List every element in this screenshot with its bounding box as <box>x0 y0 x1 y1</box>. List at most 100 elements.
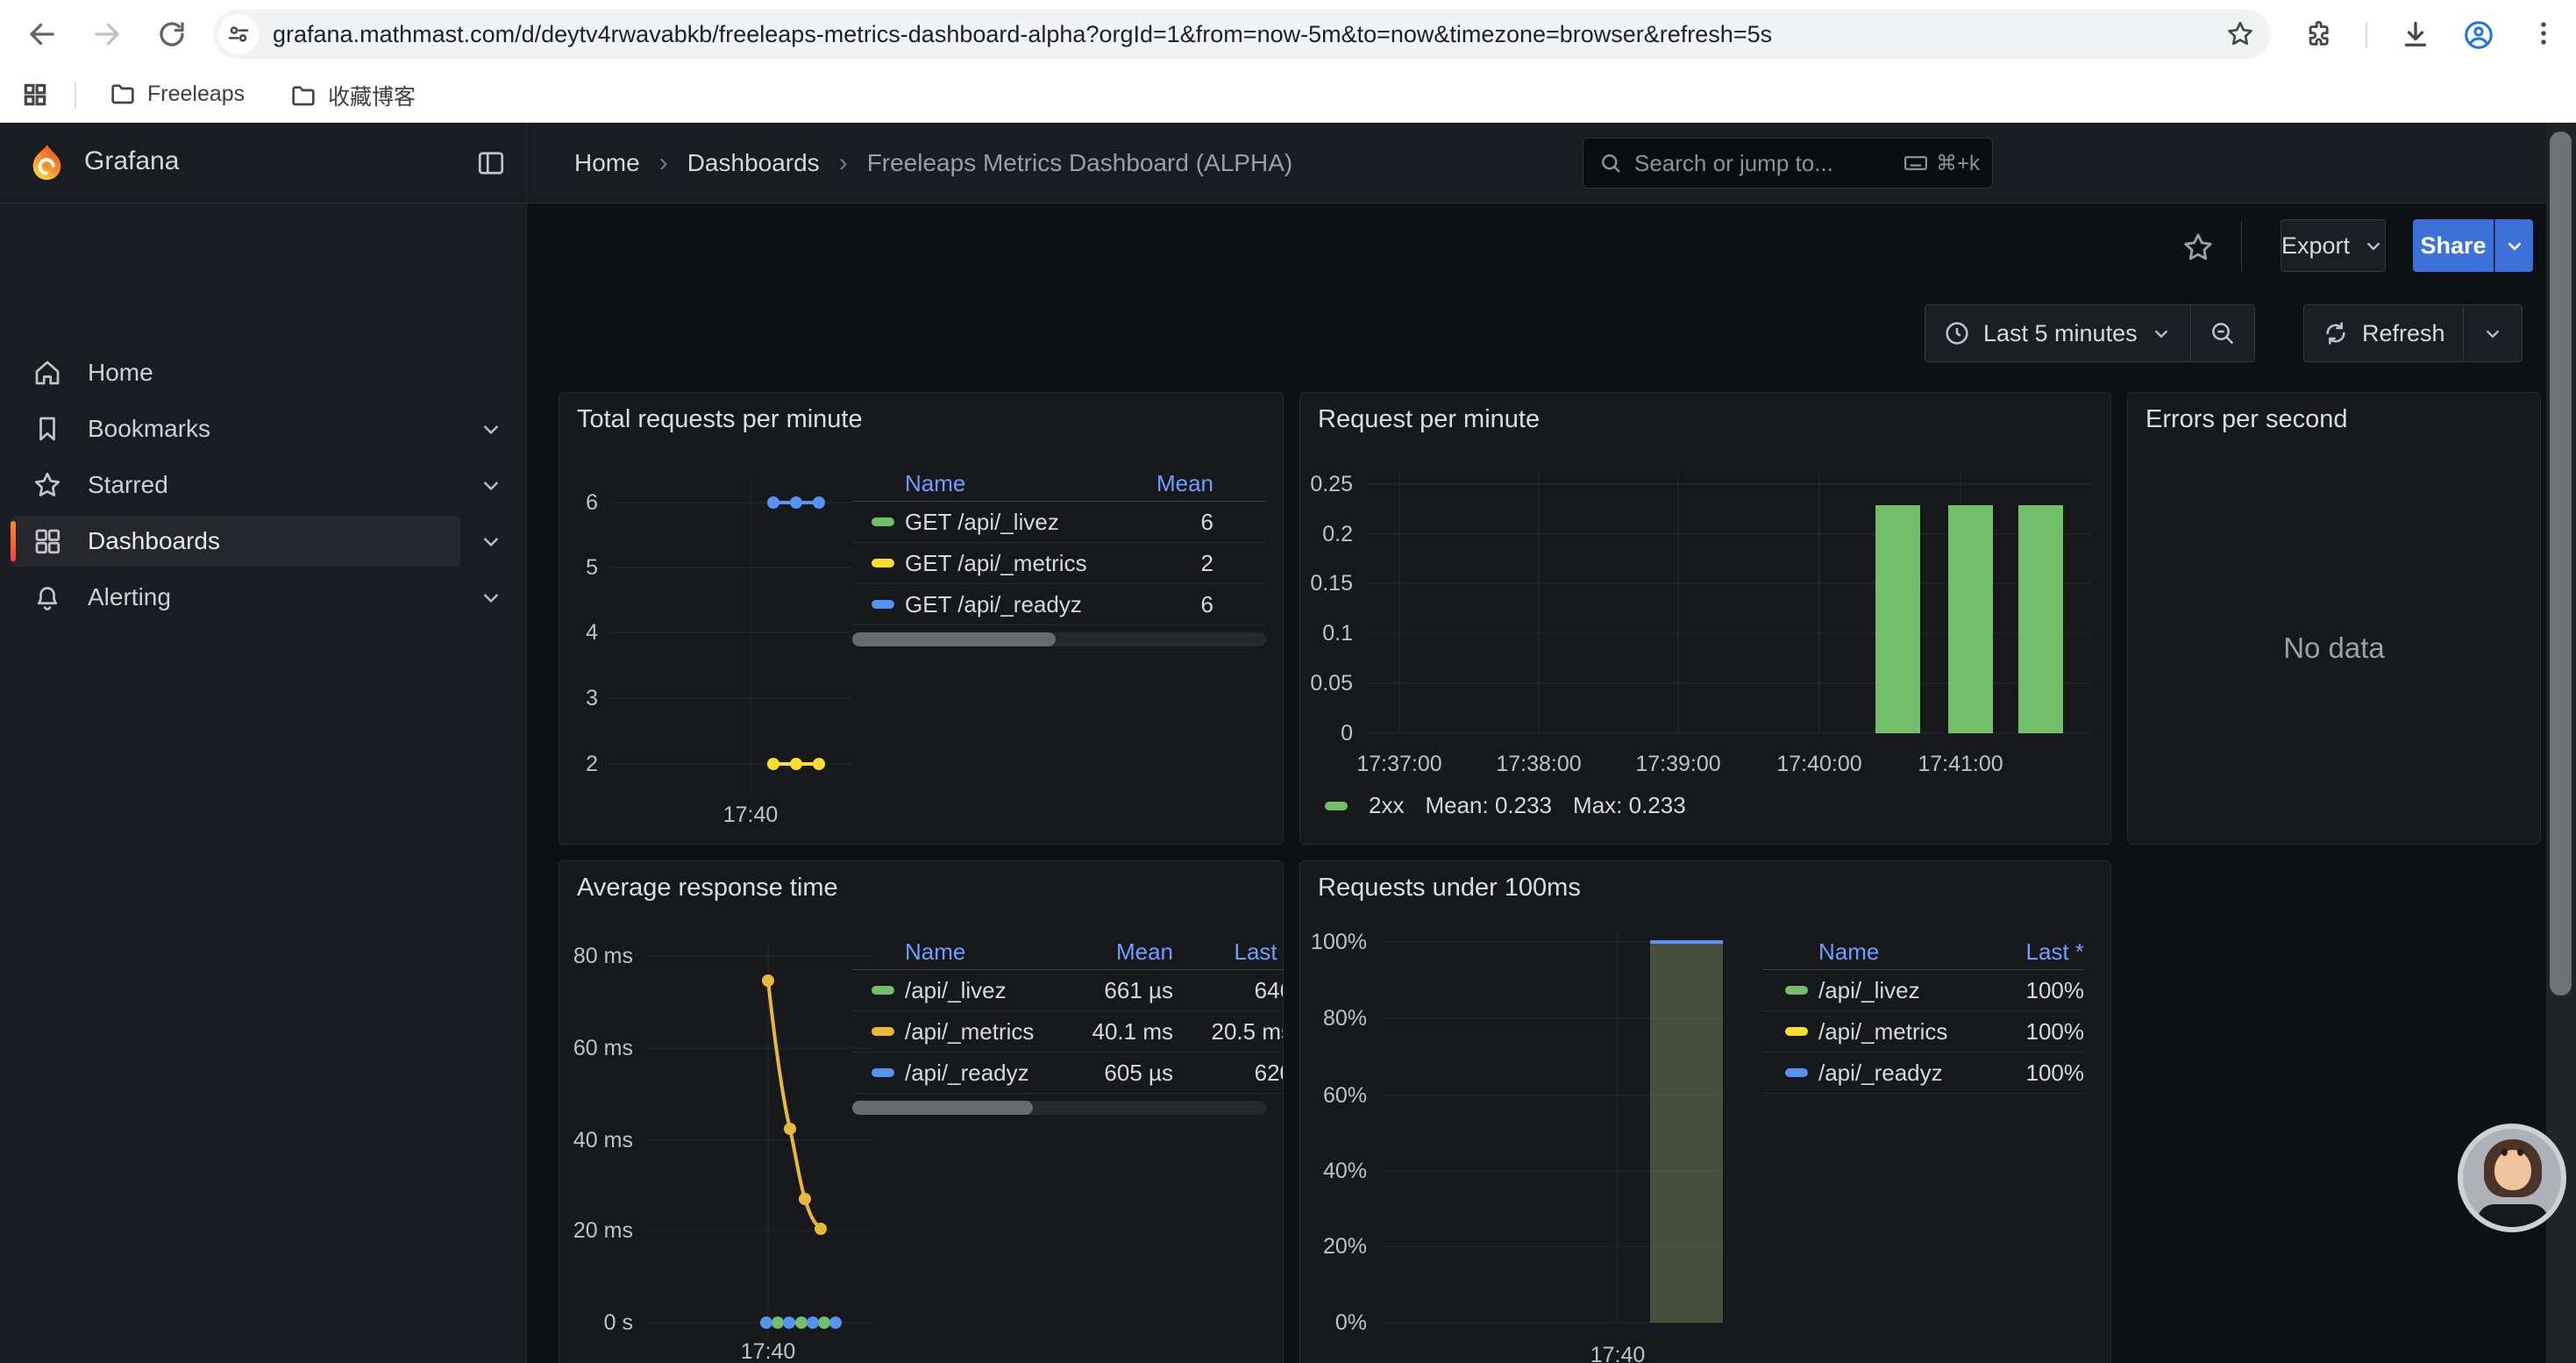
time-range-picker[interactable]: Last 5 minutes <box>1925 305 2190 361</box>
legend-row[interactable]: /api/_metrics 40.1 ms 20.5 ms <box>852 1011 1284 1053</box>
grafana-app: Grafana Home Bookmarks Starred <box>0 123 2576 1363</box>
browser-profile-icon[interactable] <box>2462 18 2495 52</box>
series-mean: 2 <box>1152 550 1266 577</box>
export-button[interactable]: Export <box>2281 219 2386 272</box>
sidebar-collapse-icon[interactable] <box>475 147 507 179</box>
legend-row[interactable]: GET /api/_metrics 2 <box>852 543 1266 584</box>
extensions-icon[interactable] <box>2304 19 2334 49</box>
legend-row[interactable]: GET /api/_livez 6 <box>852 502 1266 543</box>
search-input[interactable] <box>1634 150 1903 177</box>
sidebar-item-home[interactable]: Home <box>11 347 460 398</box>
legend-col-mean[interactable]: Mean <box>1152 470 1266 497</box>
breadcrumb-separator: › <box>659 148 668 178</box>
apps-grid-icon[interactable] <box>21 81 49 109</box>
legend-row[interactable]: /api/_livez 661 µs 646 <box>852 970 1284 1011</box>
site-settings-icon[interactable] <box>218 14 259 54</box>
legend-row[interactable]: /api/_metrics 100% <box>1763 1011 2084 1053</box>
sidebar-item-starred[interactable]: Starred <box>11 460 460 510</box>
share-button[interactable]: Share <box>2413 219 2494 272</box>
y-tick: 5 <box>559 554 598 581</box>
panel-title[interactable]: Request per minute <box>1318 405 1540 434</box>
search-input-wrapper[interactable]: ⌘+k <box>1583 138 1993 189</box>
panel-errors-per-second: Errors per second No data <box>2127 392 2541 845</box>
series-name[interactable]: GET /api/_metrics <box>905 550 1152 577</box>
sidebar-item-bookmarks[interactable]: Bookmarks <box>11 403 460 454</box>
share-menu-button[interactable] <box>2494 219 2533 272</box>
url-text[interactable]: grafana.mathmast.com/d/deytv4rwavabkb/fr… <box>273 21 2225 48</box>
x-tick: 17:40 <box>707 802 794 828</box>
browser-menu-icon[interactable] <box>2529 18 2558 48</box>
chevron-down-icon <box>2150 322 2173 345</box>
panel-title[interactable]: Requests under 100ms <box>1318 874 1581 903</box>
favorite-dashboard-star-icon[interactable] <box>2181 230 2216 265</box>
bookmarks-bar: Freeleaps 收藏博客 <box>0 68 2576 123</box>
breadcrumb-dashboards[interactable]: Dashboards <box>687 149 820 177</box>
chevron-down-icon[interactable] <box>478 416 504 442</box>
legend-header-row: Name Last * <box>1763 935 2084 970</box>
legend-col-last[interactable]: Last * <box>1173 938 1284 966</box>
breadcrumb-separator: › <box>839 148 848 178</box>
series-name[interactable]: /api/_livez <box>1818 977 1979 1004</box>
area-chart[interactable] <box>1381 931 1723 1331</box>
panel-title[interactable]: Average response time <box>577 874 838 903</box>
series-swatch <box>1325 802 1348 810</box>
legend-col-name[interactable]: Name <box>905 470 1152 497</box>
legend-row[interactable]: /api/_readyz 100% <box>1763 1053 2084 1094</box>
sidebar-item-alerting[interactable]: Alerting <box>11 572 460 623</box>
breadcrumb-home[interactable]: Home <box>574 149 640 177</box>
panel-title[interactable]: Errors per second <box>2145 405 2348 434</box>
series-name[interactable]: /api/_metrics <box>1818 1018 1979 1045</box>
legend-header-row: Name Mean Last * <box>852 935 1284 970</box>
browser-forward-icon[interactable] <box>91 18 123 50</box>
series-swatch <box>872 1068 894 1077</box>
grafana-logo-icon[interactable] <box>26 143 67 188</box>
legend-scrollbar[interactable] <box>852 1101 1266 1115</box>
x-tick: 17:38:00 <box>1469 751 1609 777</box>
legend-row[interactable]: /api/_livez 100% <box>1763 970 2084 1011</box>
legend-row[interactable]: /api/_readyz 605 µs 620 <box>852 1053 1284 1094</box>
line-chart[interactable] <box>610 477 852 793</box>
bar-chart[interactable] <box>1367 472 2092 742</box>
series-last: 100% <box>1979 1060 2084 1087</box>
apps-icon <box>32 525 63 557</box>
legend-col-mean[interactable]: Mean <box>1068 938 1173 966</box>
x-tick: 17:37:00 <box>1329 751 1469 777</box>
series-name[interactable]: /api/_readyz <box>1818 1060 1979 1087</box>
legend-row[interactable]: GET /api/_readyz 6 <box>852 584 1266 625</box>
refresh-button[interactable]: Refresh <box>2304 305 2463 361</box>
page-scrollbar-thumb[interactable] <box>2550 132 2572 995</box>
legend-col-last[interactable]: Last * <box>1979 938 2084 966</box>
series-name[interactable]: /api/_readyz <box>905 1060 1068 1087</box>
series-name[interactable]: /api/_metrics <box>905 1018 1068 1045</box>
downloads-icon[interactable] <box>2400 19 2431 51</box>
refresh-interval-dropdown[interactable] <box>2463 305 2522 361</box>
series-swatch <box>872 559 894 567</box>
panel-title[interactable]: Total requests per minute <box>577 405 863 434</box>
series-name[interactable]: GET /api/_livez <box>905 509 1152 536</box>
series-name[interactable]: 2xx <box>1369 792 1404 819</box>
url-bar[interactable]: grafana.mathmast.com/d/deytv4rwavabkb/fr… <box>213 10 2271 59</box>
series-name[interactable]: GET /api/_readyz <box>905 591 1152 618</box>
bookmark-star-icon[interactable] <box>2225 19 2255 49</box>
series-mean: 40.1 ms <box>1068 1018 1173 1045</box>
sidebar-item-dashboards[interactable]: Dashboards <box>11 516 460 567</box>
floating-assistant-avatar[interactable] <box>2458 1124 2566 1232</box>
browser-reload-icon[interactable] <box>156 18 188 50</box>
swatch-spacer <box>872 480 894 489</box>
series-swatch <box>872 986 894 995</box>
y-tick: 0.25 <box>1300 471 1353 497</box>
series-name[interactable]: /api/_livez <box>905 977 1068 1004</box>
series-last: 20.5 ms <box>1173 1018 1284 1045</box>
line-chart[interactable] <box>647 946 875 1349</box>
bookmark-folder-blogs[interactable]: 收藏博客 <box>289 80 416 111</box>
y-tick: 60% <box>1300 1082 1367 1109</box>
bookmark-folder-freeleaps[interactable]: Freeleaps <box>109 80 245 108</box>
chevron-down-icon[interactable] <box>478 584 504 610</box>
legend-col-name[interactable]: Name <box>905 938 1068 966</box>
legend-scrollbar[interactable] <box>852 632 1266 646</box>
legend-col-name[interactable]: Name <box>1818 938 1979 966</box>
chevron-down-icon[interactable] <box>478 528 504 554</box>
browser-back-icon[interactable] <box>26 18 58 50</box>
zoom-out-time-button[interactable] <box>2190 305 2254 361</box>
chevron-down-icon[interactable] <box>478 472 504 498</box>
